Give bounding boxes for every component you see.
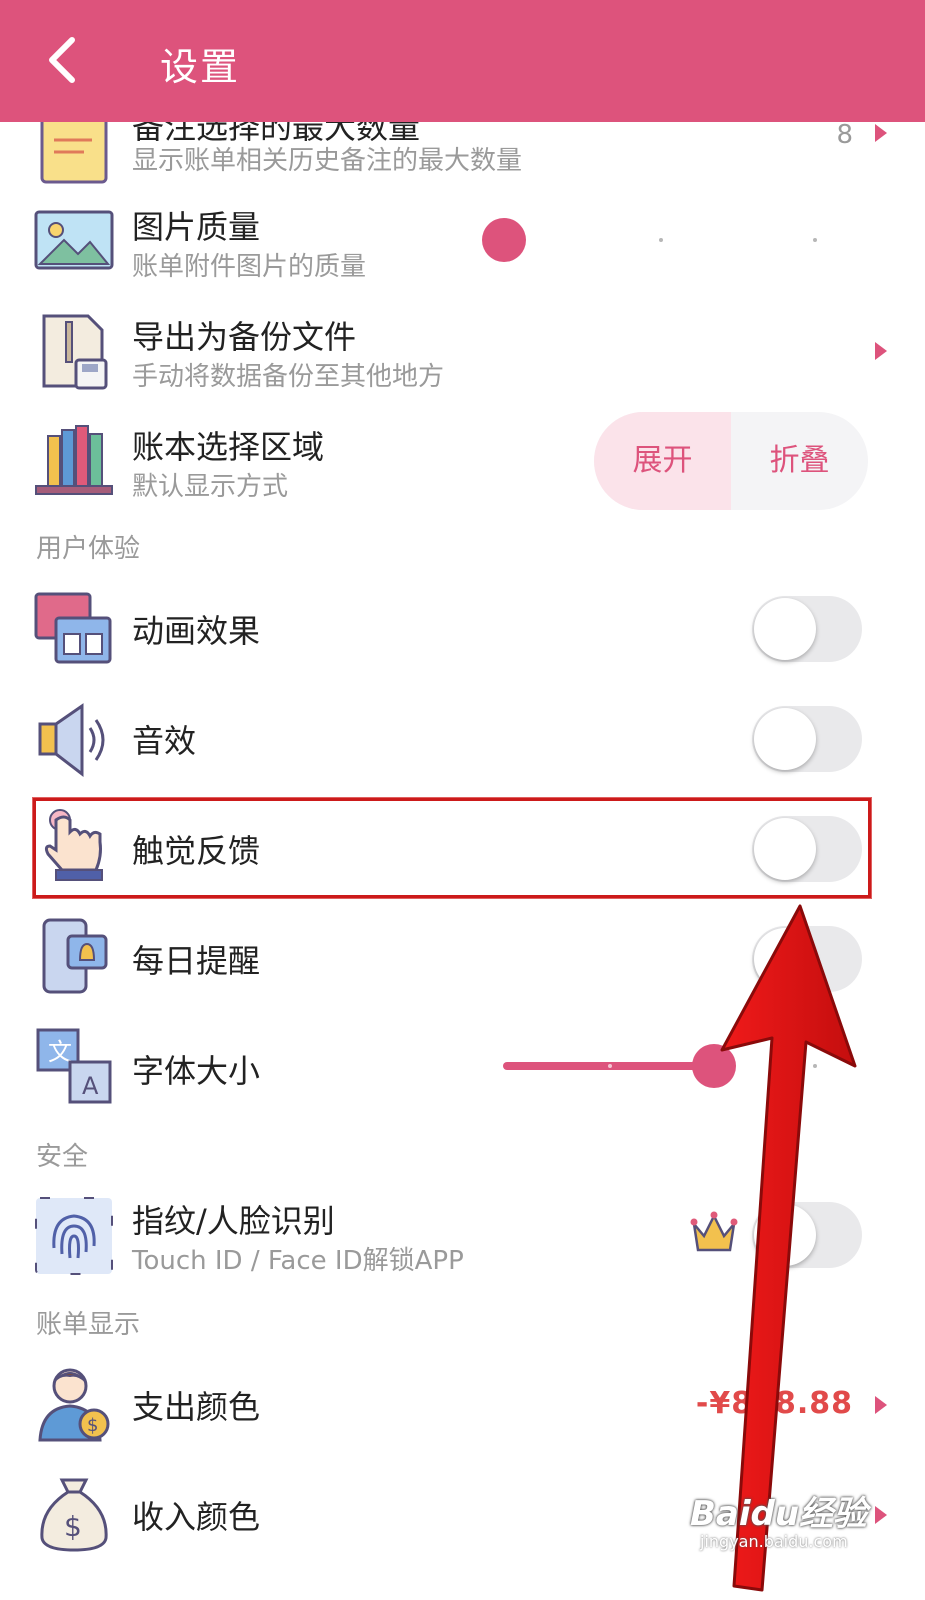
quality-slider-thumb[interactable]	[482, 218, 526, 262]
chevron-right-icon	[875, 1506, 887, 1524]
slider-tick	[659, 238, 663, 242]
row-image-quality: 图片质量 账单附件图片的质量	[0, 186, 925, 296]
row-title: 动画效果	[132, 612, 261, 650]
svg-text:文: 文	[48, 1038, 72, 1066]
row-title: 每日提醒	[132, 942, 261, 980]
row-title: 图片质量	[132, 208, 261, 246]
svg-text:A: A	[82, 1072, 99, 1100]
row-daily-reminder: 每日提醒	[0, 904, 925, 1014]
svg-text:$: $	[64, 1510, 82, 1543]
sound-toggle[interactable]	[752, 706, 862, 772]
toggle-knob	[754, 928, 816, 990]
expense-color-preview: -¥888.88	[695, 1386, 853, 1421]
row-title: 支出颜色	[132, 1388, 261, 1426]
row-sound: 音效	[0, 684, 925, 794]
row-subtitle: 显示账单相关历史备注的最大数量	[132, 146, 523, 176]
animation-frames-icon	[34, 592, 112, 664]
person-money-icon: $	[38, 1368, 110, 1442]
segment-expand[interactable]: 展开	[594, 412, 731, 510]
row-export-backup[interactable]: 导出为备份文件 手动将数据备份至其他地方	[0, 296, 925, 406]
section-label-security: 安全	[36, 1142, 89, 1172]
row-subtitle: Touch ID / Face ID解锁APP	[132, 1246, 464, 1276]
haptic-toggle[interactable]	[752, 816, 862, 882]
ledger-display-segmented-control: 展开 折叠	[594, 412, 868, 510]
nav-header: 设置	[0, 0, 925, 122]
row-biometric: 指纹/人脸识别 Touch ID / Face ID解锁APP	[0, 1180, 925, 1290]
row-title: 触觉反馈	[132, 832, 261, 870]
row-title: 字体大小	[132, 1052, 261, 1090]
back-arrow-icon[interactable]	[38, 28, 98, 92]
speaker-icon	[38, 703, 105, 778]
segment-collapse[interactable]: 折叠	[731, 412, 868, 510]
slider-tick	[608, 1064, 612, 1068]
row-value: 8	[836, 120, 853, 150]
watermark-logo: Baidu经验	[690, 1494, 868, 1534]
row-font-size: 文 A 字体大小	[0, 1014, 925, 1124]
page-title: 设置	[160, 45, 241, 89]
crown-icon	[690, 1211, 738, 1252]
toggle-knob	[754, 818, 816, 880]
row-haptic: 触觉反馈	[0, 794, 925, 904]
biometric-toggle[interactable]	[752, 1202, 862, 1268]
note-icon	[40, 116, 108, 184]
section-label-bill-display: 账单显示	[36, 1310, 141, 1340]
slider-tick	[813, 238, 817, 242]
toggle-knob	[754, 1204, 816, 1266]
landscape-image-icon	[34, 210, 114, 270]
money-bag-icon: $	[40, 1478, 108, 1552]
chevron-right-icon	[875, 1396, 887, 1414]
animation-toggle[interactable]	[752, 596, 862, 662]
slider-tick	[813, 1064, 817, 1068]
translate-text-icon: 文 A	[36, 1028, 112, 1104]
row-title: 音效	[132, 722, 197, 760]
chevron-right-icon	[875, 124, 887, 142]
chevron-right-icon	[875, 342, 887, 360]
phone-reminder-icon	[42, 918, 108, 994]
touch-hand-icon	[44, 809, 103, 881]
row-title: 指纹/人脸识别	[132, 1202, 335, 1240]
watermark-url: jingyan.baidu.com	[700, 1532, 848, 1551]
bookshelf-icon	[35, 425, 113, 495]
row-subtitle: 账单附件图片的质量	[132, 252, 367, 282]
row-title: 账本选择区域	[132, 428, 325, 466]
settings-list: 备注选择的最大数量 显示账单相关历史备注的最大数量 8 图片质量 账单附件图片的…	[0, 0, 925, 1600]
svg-text:$: $	[87, 1415, 98, 1436]
backup-file-icon	[42, 314, 108, 390]
row-title: 导出为备份文件	[132, 318, 357, 356]
row-title: 收入颜色	[132, 1498, 261, 1536]
toggle-knob	[754, 708, 816, 770]
row-animation: 动画效果	[0, 574, 925, 684]
daily-reminder-toggle[interactable]	[752, 926, 862, 992]
row-subtitle: 手动将数据备份至其他地方	[132, 362, 445, 392]
font-size-slider-thumb[interactable]	[692, 1044, 736, 1088]
toggle-knob	[754, 598, 816, 660]
row-subtitle: 默认显示方式	[132, 472, 289, 502]
fingerprint-icon	[35, 1197, 113, 1275]
section-label-ux: 用户体验	[36, 534, 141, 564]
